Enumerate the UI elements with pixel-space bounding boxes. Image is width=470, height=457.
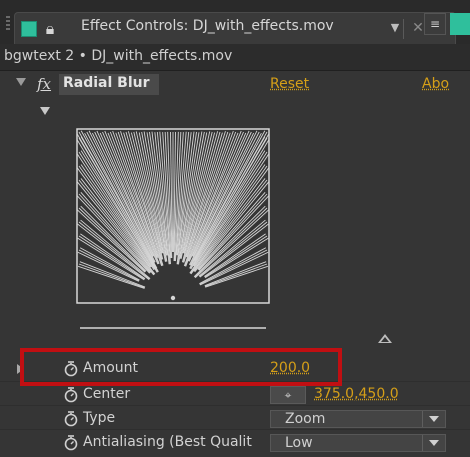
effect-header-radial-blur[interactable]: fx Radial Blur Reset Abo [0,72,470,98]
property-row-antialiasing[interactable]: Antialiasing (Best Qualit Low [0,432,470,454]
tab-title: Effect Controls: DJ_with_effects.mov [81,18,334,34]
chevron-down-icon[interactable]: ▼ [386,17,404,39]
center-value[interactable]: 375.0,450.0 [314,386,399,402]
property-row-type[interactable]: Type Zoom [0,408,470,430]
panel-grip-handle[interactable] [6,16,10,32]
panel-menu-icon[interactable]: ≡ [424,13,446,35]
property-label: Center [83,386,131,402]
expand-triangle-icon[interactable] [16,78,26,86]
chevron-down-icon [429,416,439,422]
row-divider [0,381,470,382]
amount-value[interactable]: 200.0 [270,360,310,376]
type-dropdown[interactable]: Zoom [270,410,446,428]
effect-name: Radial Blur [63,75,150,91]
reset-link[interactable]: Reset [270,76,309,92]
row-divider [0,429,470,430]
radial-blur-preview[interactable] [76,128,270,334]
stopwatch-icon[interactable] [63,360,79,378]
dropdown-button[interactable] [422,411,445,427]
chevron-down-icon [429,440,439,446]
property-row-amount[interactable]: Amount 200.0 [0,358,470,380]
antialiasing-selected-value: Low [285,435,313,451]
property-row-center[interactable]: Center ⌖ 375.0,450.0 [0,384,470,406]
stopwatch-icon[interactable] [63,386,79,404]
panel-edge-accent [450,13,470,35]
antialiasing-dropdown[interactable]: Low [270,434,446,452]
label-color-swatch [21,21,37,37]
fx-toggle-icon[interactable]: fx [37,75,51,93]
effect-preview-area [0,98,470,352]
tab-divider [403,19,404,39]
lock-icon[interactable]: 🔒︎ [41,17,59,41]
effect-controls-panel: 🔒︎ Effect Controls: DJ_with_effects.mov … [0,0,470,457]
preview-expand-icon[interactable] [40,107,50,115]
row-divider [0,405,470,406]
layer-breadcrumb: bgwtext 2 • DJ_with_effects.mov [0,44,470,71]
panel-tab-bar: 🔒︎ Effect Controls: DJ_with_effects.mov … [0,0,470,44]
stopwatch-icon[interactable] [63,410,79,428]
blur-center-point [170,295,176,301]
expand-triangle-icon[interactable] [17,364,24,374]
property-label: Antialiasing (Best Qualit [83,434,252,450]
stopwatch-icon[interactable] [63,434,79,452]
layer-source-label: bgwtext 2 • DJ_with_effects.mov [4,48,233,64]
dropdown-button[interactable] [422,435,445,451]
property-label: Type [83,410,116,426]
effect-name-highlight[interactable]: Radial Blur [59,74,159,95]
property-label: Amount [83,360,139,376]
type-selected-value: Zoom [285,411,326,427]
crosshair-icon[interactable]: ⌖ [270,386,306,404]
about-link[interactable]: Abo [422,76,449,92]
collapse-triangle-icon[interactable] [378,334,392,343]
effect-controls-tab[interactable]: 🔒︎ Effect Controls: DJ_with_effects.mov … [14,12,456,44]
